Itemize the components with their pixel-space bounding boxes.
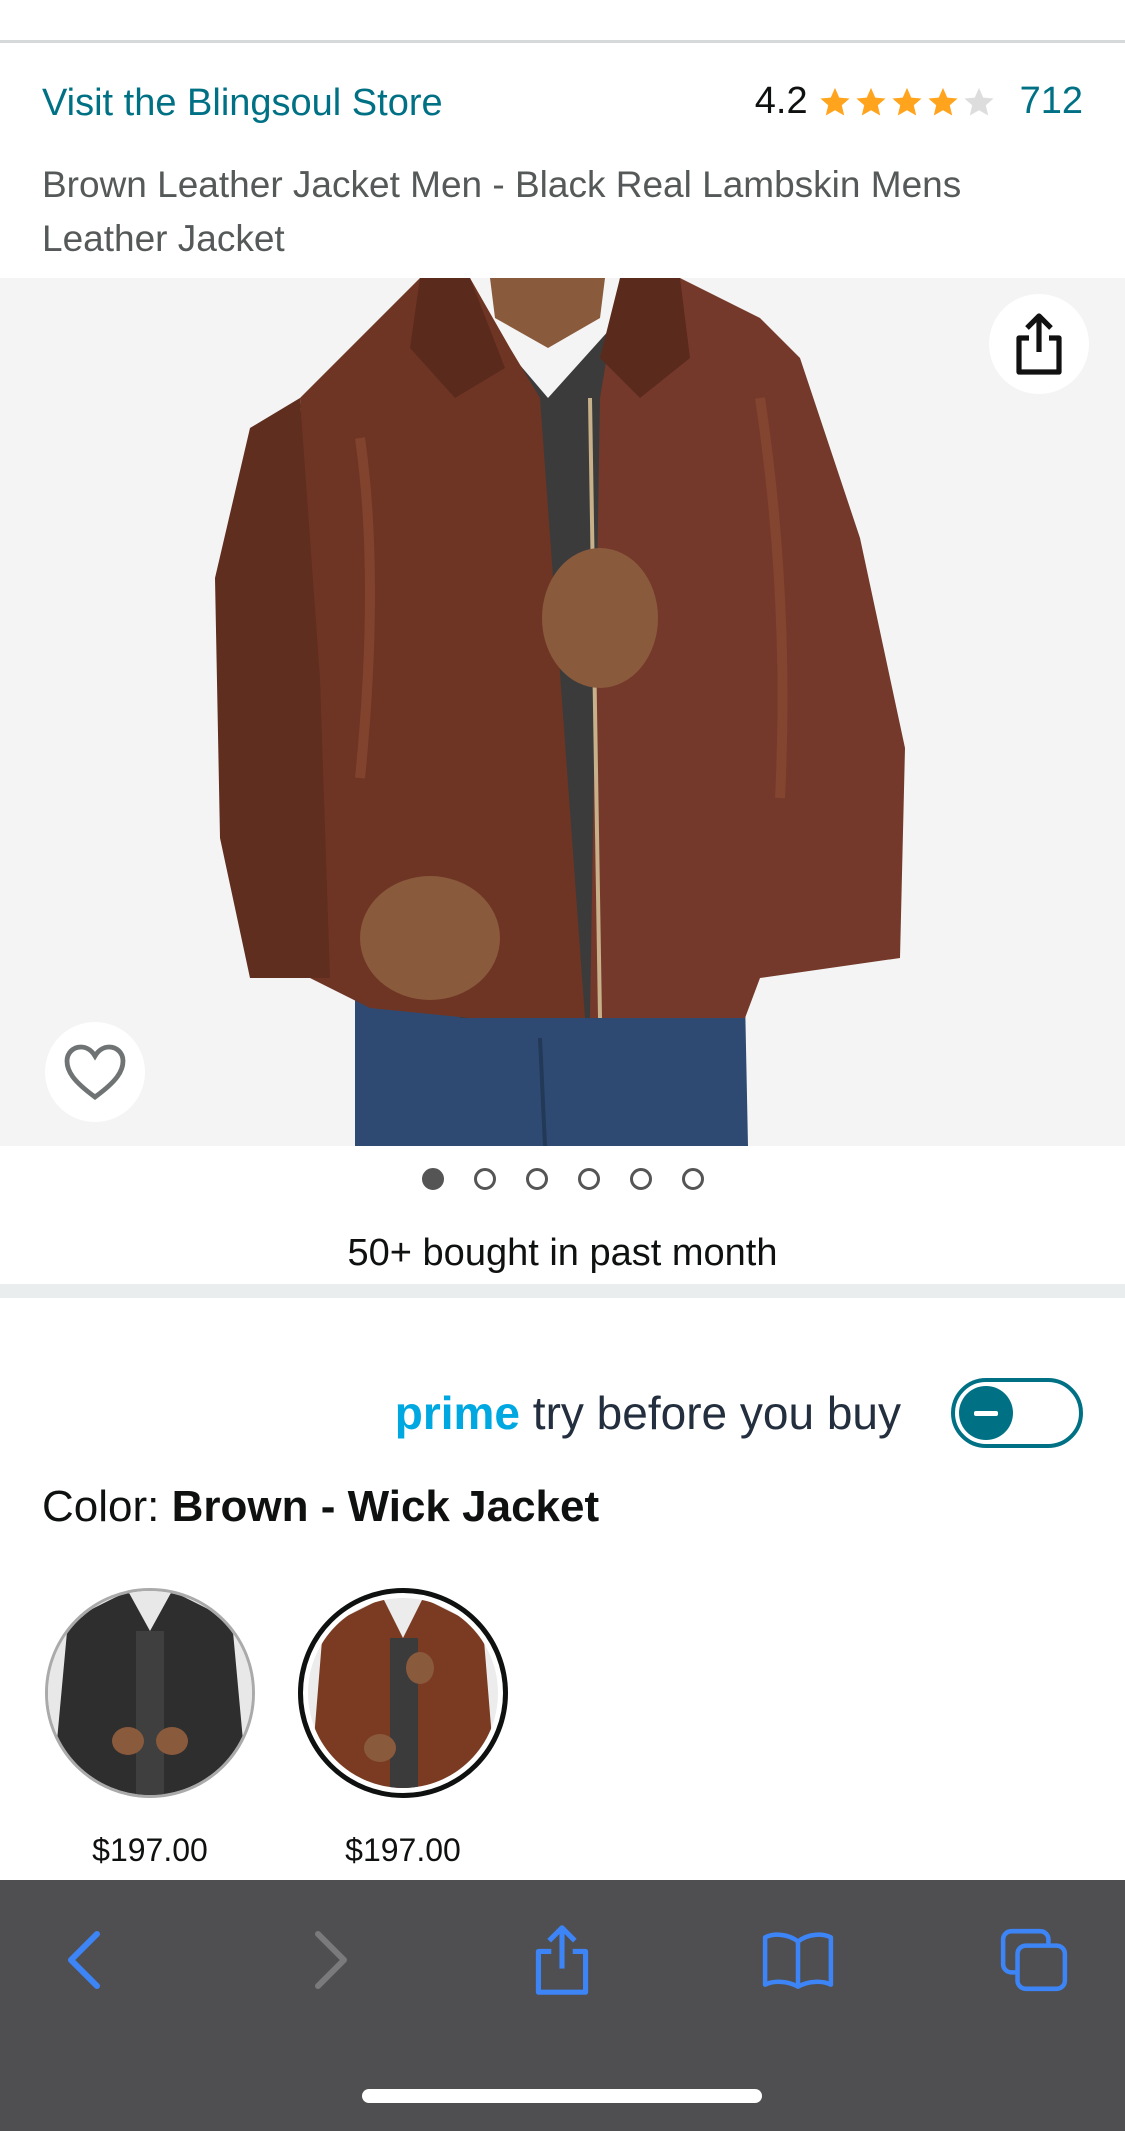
wishlist-button[interactable] — [45, 1022, 145, 1122]
product-title: Brown Leather Jacket Men - Black Real La… — [42, 164, 962, 259]
star-icon — [856, 87, 886, 115]
share-button[interactable] — [989, 294, 1089, 394]
rating-summary[interactable]: 4.2 712 — [755, 80, 1083, 123]
pagination-dot[interactable] — [421, 1168, 444, 1190]
swatch-image — [48, 1591, 252, 1795]
bookmarks-button[interactable] — [758, 1920, 838, 2000]
product-image — [0, 278, 1125, 1146]
heart-icon — [64, 1044, 126, 1100]
pagination-dot[interactable] — [525, 1168, 548, 1190]
prime-word: prime — [394, 1387, 521, 1439]
bought-in-past-month: 50+ bought in past month — [347, 1232, 778, 1274]
pagination-dot[interactable] — [681, 1168, 704, 1190]
share-icon — [1016, 313, 1062, 375]
home-indicator[interactable] — [362, 2089, 762, 2103]
color-swatch-black[interactable] — [45, 1588, 255, 1798]
ratings-count[interactable]: 712 — [1020, 80, 1083, 123]
color-label: Color: — [42, 1482, 160, 1531]
forward-icon — [315, 1931, 347, 1989]
star-icon — [928, 87, 958, 115]
prime-label: prime try before you buy — [395, 1386, 901, 1440]
product-image-gallery[interactable] — [0, 278, 1125, 1146]
image-pagination[interactable] — [0, 1168, 1125, 1190]
tabs-icon — [1000, 1928, 1068, 1992]
tabs-button[interactable] — [994, 1920, 1074, 2000]
store-link[interactable]: Visit the Blingsoul Store — [42, 82, 443, 125]
selected-color: Brown - Wick Jacket — [171, 1482, 600, 1531]
rating-value: 4.2 — [754, 80, 808, 122]
try-before-you-buy-text: try before you buy — [532, 1387, 901, 1439]
section-divider — [0, 1284, 1125, 1298]
minus-icon — [974, 1410, 998, 1416]
star-icon — [892, 87, 922, 115]
top-divider — [0, 0, 1125, 43]
back-button[interactable] — [45, 1920, 125, 2000]
swatch-image — [308, 1598, 498, 1788]
star-icon — [820, 87, 850, 115]
color-price: $197.00 — [345, 1832, 461, 1868]
share-icon — [535, 1925, 589, 1995]
pagination-dot[interactable] — [629, 1168, 652, 1190]
star-empty-icon — [964, 87, 994, 115]
forward-button[interactable] — [290, 1920, 370, 2000]
color-swatch-brown[interactable] — [298, 1588, 508, 1798]
share-button[interactable] — [522, 1920, 602, 2000]
try-before-you-buy-toggle[interactable] — [951, 1378, 1083, 1448]
color-price: $197.00 — [92, 1832, 208, 1868]
pagination-dot[interactable] — [577, 1168, 600, 1190]
back-icon — [68, 1931, 100, 1989]
star-rating — [818, 85, 996, 119]
pagination-dot[interactable] — [473, 1168, 496, 1190]
bookmarks-icon — [762, 1932, 834, 1989]
color-selection-label: Color: Brown - Wick Jacket — [42, 1482, 599, 1532]
browser-toolbar — [0, 1880, 1125, 2131]
prime-try-before-you-buy: prime try before you buy — [395, 1378, 1083, 1448]
toggle-knob — [959, 1386, 1013, 1440]
